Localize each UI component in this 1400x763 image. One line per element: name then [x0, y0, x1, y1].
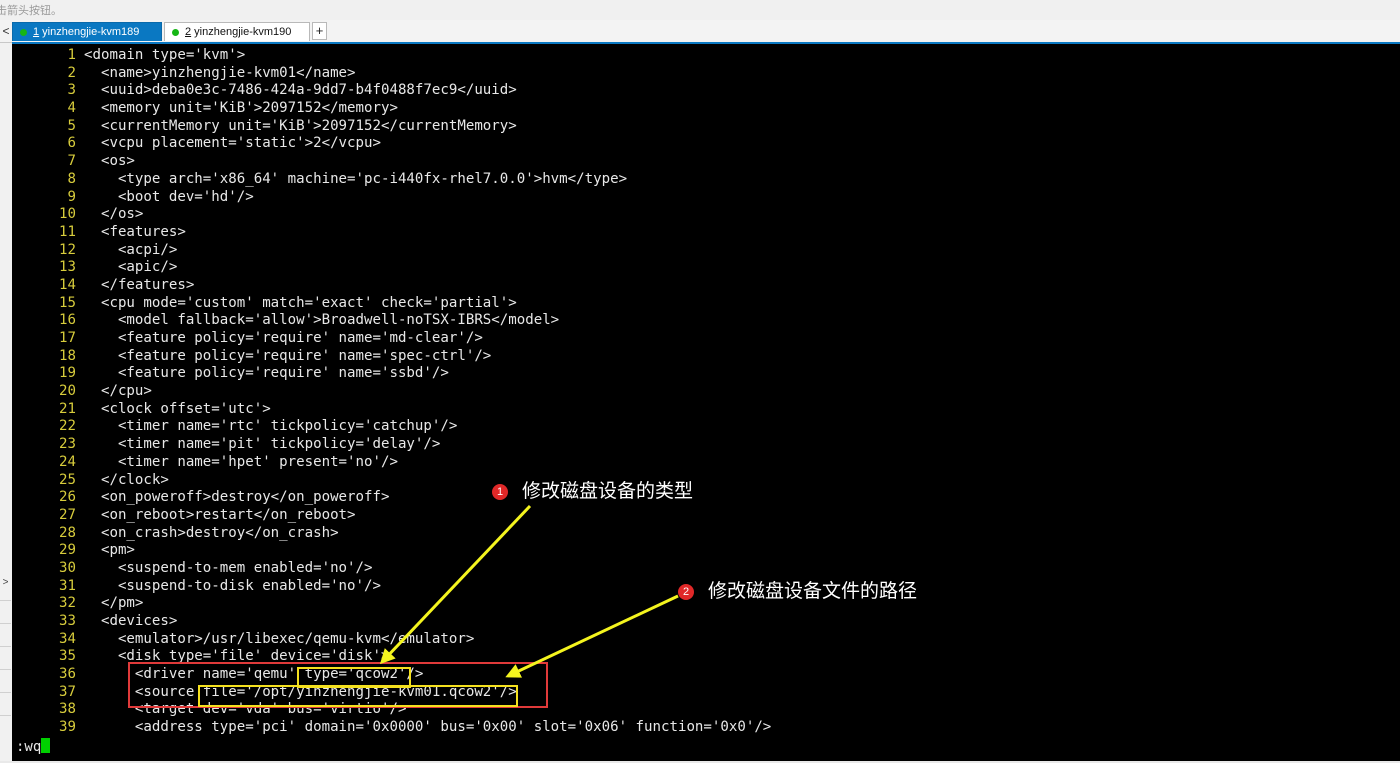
new-tab-button[interactable]: +: [312, 22, 327, 40]
divider: [0, 623, 11, 624]
annotation-number-badge: 2: [678, 584, 694, 600]
top-strip: 击箭头按钮。: [0, 0, 1400, 20]
annotation-arrows: [379, 504, 679, 678]
arrow-to-disk-source: [505, 594, 679, 678]
divider: [0, 600, 11, 601]
annotation-number-badge: 1: [492, 484, 508, 500]
tab-label: yinzhengjie-kvm190: [191, 26, 292, 38]
terminal-pane[interactable]: 1 <domain type='kvm'> 2 <name>yinzhengjie-…: [12, 42, 1400, 761]
connected-status-icon: [20, 29, 27, 36]
divider: [0, 646, 11, 647]
expand-panel-icon[interactable]: >: [0, 577, 11, 588]
tab-session-2[interactable]: 2 yinzhengjie-kvm190: [164, 22, 310, 41]
tab-scroll-left-button[interactable]: <: [0, 22, 12, 40]
divider: [0, 692, 11, 693]
tab-label: yinzhengjie-kvm189: [39, 26, 140, 38]
annotation-disk-type: 1 修改磁盘设备的类型: [492, 476, 693, 503]
divider: [0, 669, 11, 670]
session-tab-bar: < 1 yinzhengjie-kvm189 2 yinzhengjie-kvm…: [0, 20, 1400, 43]
annotation-text: 修改磁盘设备的类型: [522, 481, 694, 502]
hint-text: 击箭头按钮。: [0, 5, 62, 17]
tab-session-1[interactable]: 1 yinzhengjie-kvm189: [12, 22, 162, 41]
connected-status-icon: [172, 29, 179, 36]
annotation-disk-path: 2 修改磁盘设备文件的路径: [678, 576, 917, 603]
annotation-text: 修改磁盘设备文件的路径: [708, 581, 918, 602]
arrow-to-disk-type: [379, 504, 532, 665]
divider: [0, 715, 11, 716]
